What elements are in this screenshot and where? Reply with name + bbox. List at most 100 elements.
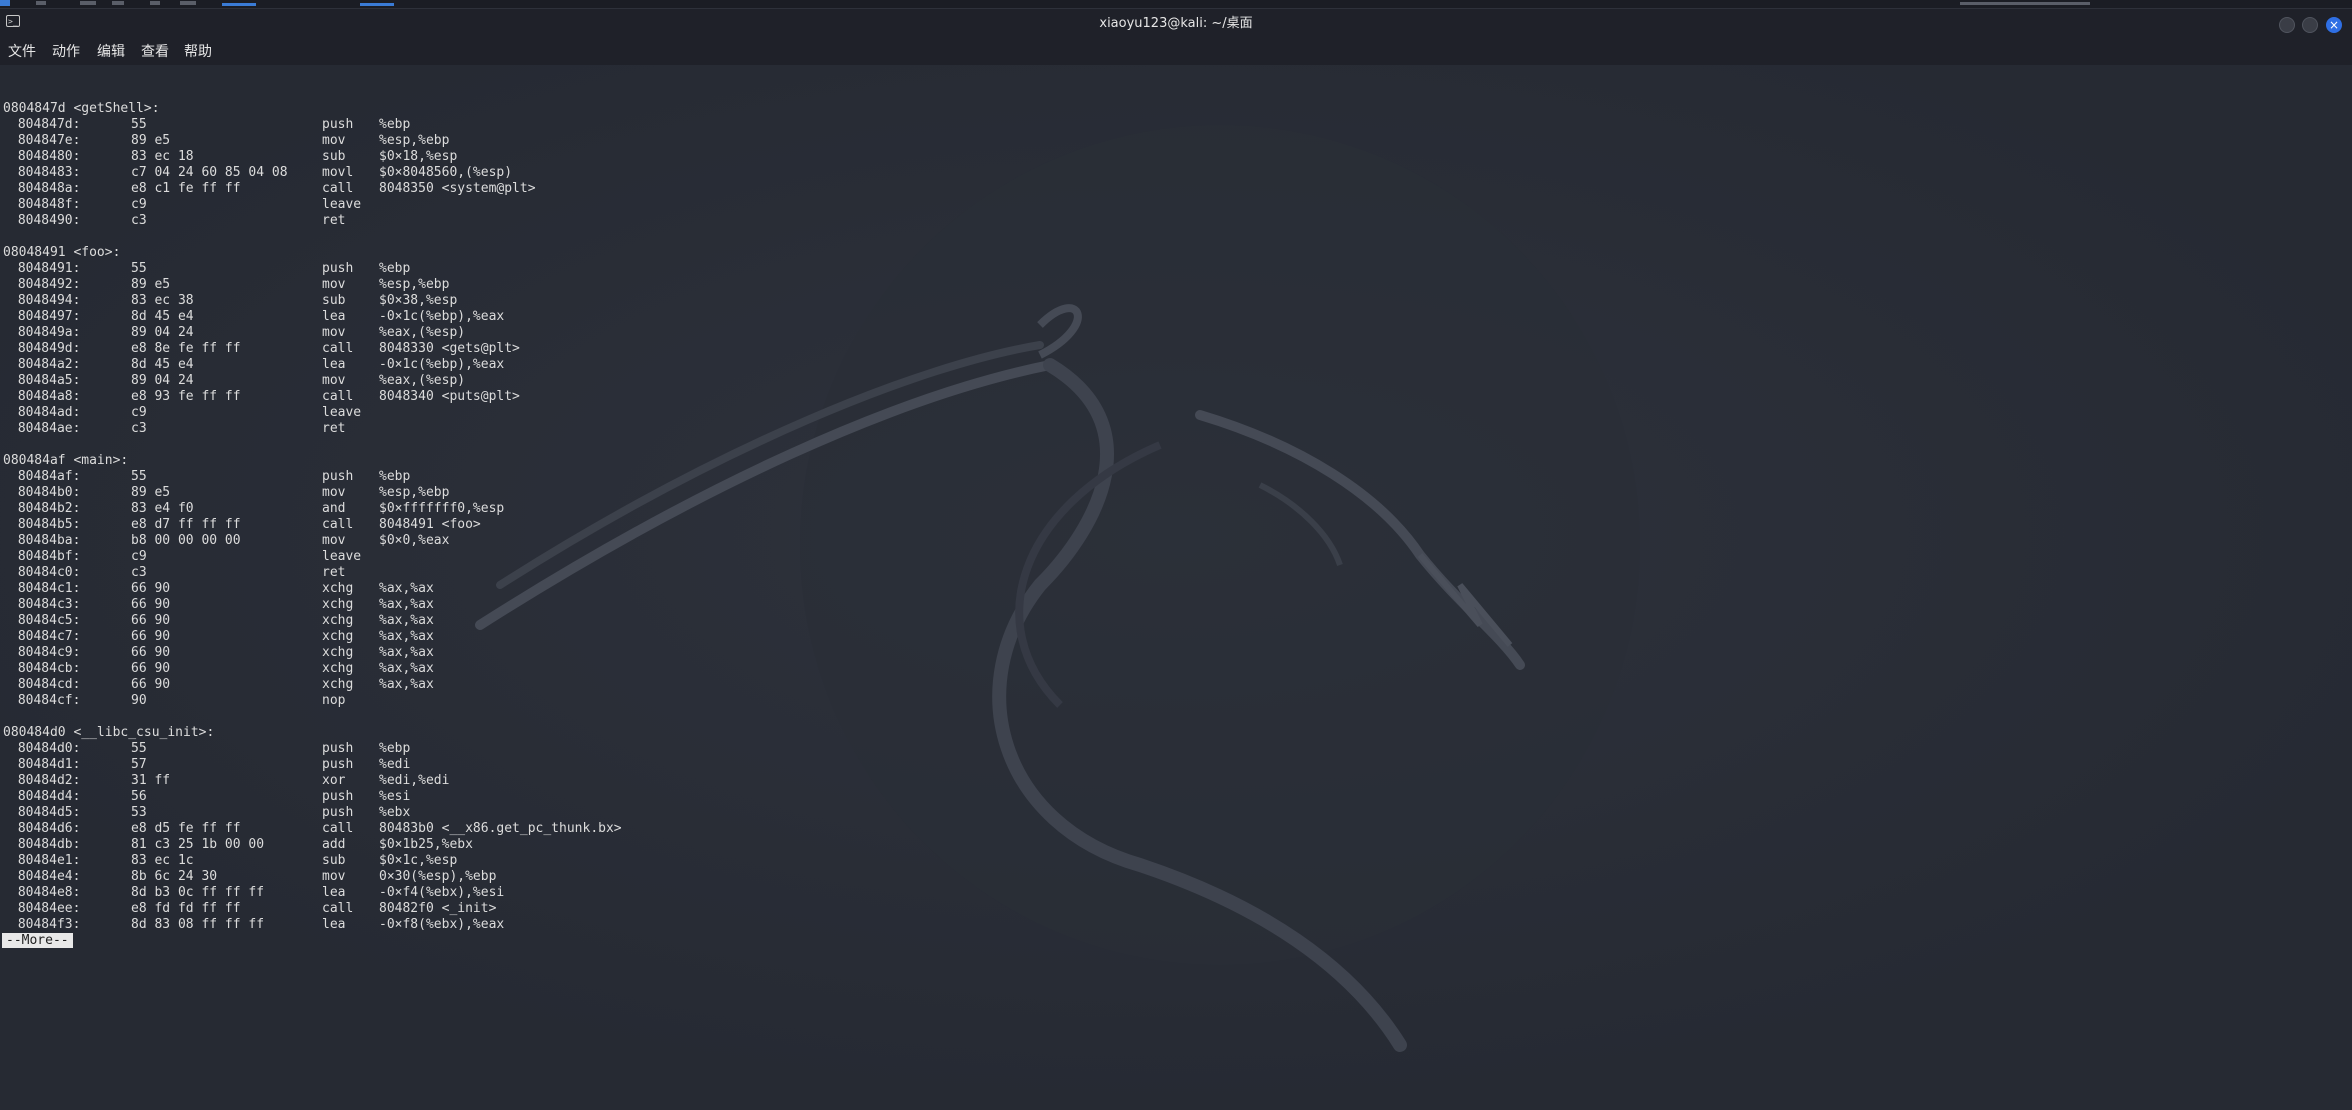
instruction-bytes: 89 04 24 (131, 325, 194, 340)
instruction-address: 80484e8: (10, 885, 81, 900)
taskbar-icon[interactable] (36, 1, 46, 5)
instruction-address: 80484d2: (10, 773, 81, 788)
instruction-mnemonic: mov (322, 277, 346, 292)
instruction-address: 804847e: (10, 133, 81, 148)
function-label: 0804847d <getShell>: (3, 101, 160, 116)
instruction-operands: %esp,%ebp (379, 485, 450, 500)
instruction-address: 804848a: (10, 181, 81, 196)
instruction-address: 80484c7: (10, 629, 81, 644)
instruction-operands: $0×8048560,(%esp) (379, 165, 513, 180)
title-bar[interactable]: >_ xiaoyu123@kali: ~/桌面 × (0, 9, 2352, 39)
menu-actions[interactable]: 动作 (50, 42, 82, 62)
instruction-bytes: 83 ec 18 (131, 149, 194, 164)
more-prompt[interactable]: --More-- (2, 933, 73, 948)
instruction-mnemonic: lea (322, 917, 346, 932)
menu-help[interactable]: 帮助 (182, 42, 214, 62)
instruction-bytes: 8d b3 0c ff ff ff (131, 885, 265, 900)
instruction-mnemonic: xchg (322, 613, 354, 628)
instruction-mnemonic: leave (322, 405, 362, 420)
instruction-mnemonic: leave (322, 549, 362, 564)
instruction-mnemonic: sub (322, 853, 346, 868)
instruction-address: 80484d5: (10, 805, 81, 820)
instruction-bytes: 66 90 (131, 677, 171, 692)
instruction-mnemonic: call (322, 181, 354, 196)
instruction-address: 80484d0: (10, 741, 81, 756)
instruction-bytes: 8b 6c 24 30 (131, 869, 218, 884)
instruction-operands: %esi (379, 789, 411, 804)
instruction-mnemonic: mov (322, 869, 346, 884)
menu-file[interactable]: 文件 (6, 42, 38, 62)
instruction-bytes: 53 (131, 805, 147, 820)
instruction-address: 80484cf: (10, 693, 81, 708)
instruction-operands: %ax,%ax (379, 661, 434, 676)
instruction-bytes: c9 (131, 405, 147, 420)
instruction-mnemonic: and (322, 501, 346, 516)
instruction-bytes: e8 93 fe ff ff (131, 389, 241, 404)
instruction-mnemonic: xchg (322, 581, 354, 596)
instruction-operands: %ebp (379, 117, 411, 132)
instruction-mnemonic: call (322, 389, 354, 404)
instruction-bytes: c3 (131, 421, 147, 436)
instruction-address: 80484db: (10, 837, 81, 852)
instruction-address: 80484cd: (10, 677, 81, 692)
terminal-output[interactable]: 0804847d <getShell>: 804847d: 55 push %ebp … (0, 65, 2352, 1110)
instruction-mnemonic: xor (322, 773, 346, 788)
instruction-operands: $0×fffffff0,%esp (379, 501, 505, 516)
instruction-address: 8048492: (10, 277, 81, 292)
instruction-operands: %ax,%ax (379, 629, 434, 644)
taskbar-icon[interactable] (80, 1, 96, 5)
instruction-operands: $0×1b25,%ebx (379, 837, 473, 852)
instruction-address: 80484a5: (10, 373, 81, 388)
menu-view[interactable]: 查看 (139, 42, 171, 62)
instruction-address: 804848f: (10, 197, 81, 212)
instruction-bytes: 31 ff (131, 773, 171, 788)
instruction-bytes: 55 (131, 261, 147, 276)
instruction-address: 80484d4: (10, 789, 81, 804)
instruction-mnemonic: mov (322, 325, 346, 340)
instruction-operands: %ebp (379, 261, 411, 276)
instruction-operands: $0×38,%esp (379, 293, 458, 308)
instruction-address: 80484c3: (10, 597, 81, 612)
workspace-indicator[interactable] (360, 3, 394, 6)
instruction-address: 80484c0: (10, 565, 81, 580)
instruction-mnemonic: nop (322, 693, 346, 708)
instruction-bytes: 90 (131, 693, 147, 708)
instruction-bytes: c3 (131, 213, 147, 228)
instruction-bytes: 8d 45 e4 (131, 309, 194, 324)
maximize-button[interactable] (2302, 17, 2318, 33)
instruction-mnemonic: ret (322, 565, 346, 580)
instruction-bytes: c9 (131, 197, 147, 212)
instruction-bytes: 8d 83 08 ff ff ff (131, 917, 265, 932)
instruction-mnemonic: leave (322, 197, 362, 212)
close-button[interactable]: × (2326, 17, 2342, 33)
instruction-operands: %ax,%ax (379, 645, 434, 660)
instruction-operands: -0×f4(%ebx),%esi (379, 885, 505, 900)
taskbar-icon[interactable] (112, 1, 124, 5)
instruction-address: 804849d: (10, 341, 81, 356)
instruction-address: 80484bf: (10, 549, 81, 564)
minimize-button[interactable] (2279, 17, 2295, 33)
instruction-address: 804847d: (10, 117, 81, 132)
instruction-operands: -0×f8(%ebx),%eax (379, 917, 505, 932)
instruction-operands: 8048350 <system@plt> (379, 181, 536, 196)
instruction-bytes: b8 00 00 00 00 (131, 533, 241, 548)
instruction-bytes: 56 (131, 789, 147, 804)
taskbar-icon[interactable] (180, 1, 196, 5)
instruction-mnemonic: push (322, 117, 354, 132)
workspace-indicator[interactable] (222, 3, 256, 6)
instruction-mnemonic: push (322, 757, 354, 772)
menu-edit[interactable]: 编辑 (95, 42, 127, 62)
window-title: xiaoyu123@kali: ~/桌面 (1099, 16, 1253, 31)
instruction-address: 80484ee: (10, 901, 81, 916)
app-menu-icon[interactable] (0, 0, 10, 6)
instruction-mnemonic: xchg (322, 629, 354, 644)
instruction-mnemonic: mov (322, 485, 346, 500)
instruction-address: 8048491: (10, 261, 81, 276)
instruction-mnemonic: ret (322, 421, 346, 436)
taskbar-icon[interactable] (150, 1, 160, 5)
instruction-mnemonic: mov (322, 373, 346, 388)
instruction-bytes: 66 90 (131, 661, 171, 676)
instruction-address: 8048480: (10, 149, 81, 164)
instruction-operands: 8048491 <foo> (379, 517, 481, 532)
instruction-operands: %ax,%ax (379, 613, 434, 628)
